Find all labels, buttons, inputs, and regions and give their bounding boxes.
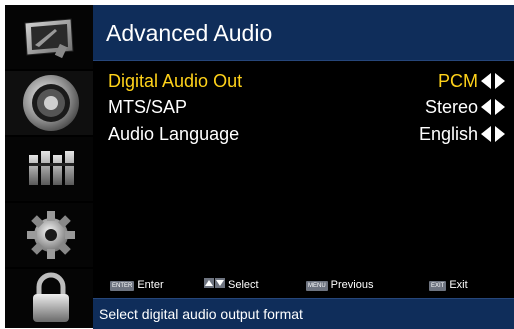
hint-previous: MENU Previous (306, 277, 373, 293)
menu-item-label: MTS/SAP (108, 97, 188, 117)
hint-previous-label: Previous (330, 279, 374, 291)
hint-enter-label: Enter (137, 279, 164, 291)
menu-item-label: Digital Audio Out (108, 71, 243, 91)
menu-item-audio-language[interactable]: Audio Language English (93, 121, 514, 147)
page-title: Advanced Audio (106, 20, 273, 46)
menu-item-value: English (418, 124, 478, 144)
picture-icon (24, 18, 74, 59)
channel-icon (29, 151, 74, 185)
settings-gear-icon (27, 211, 75, 259)
menu-item-value: Stereo (424, 97, 478, 117)
sidebar-item-picture[interactable] (5, 5, 93, 69)
title-bar: Advanced Audio (93, 5, 514, 61)
hint-exit-label: Exit (449, 279, 468, 291)
left-right-arrows-icon[interactable] (480, 72, 506, 90)
down-arrow-key-icon (215, 278, 225, 288)
menu-key-icon: MENU (306, 281, 328, 291)
status-text: Select digital audio output format (99, 306, 303, 322)
left-right-arrows-icon[interactable] (480, 98, 506, 116)
menu-panel: Advanced Audio Digital Audio Out PCM MTS… (93, 5, 514, 329)
status-bar: Select digital audio output format (93, 298, 514, 329)
hint-exit: EXIT Exit (429, 277, 468, 293)
lock-icon (33, 272, 69, 322)
sidebar-item-lock[interactable] (5, 269, 93, 328)
sidebar (5, 5, 93, 328)
exit-key-icon: EXIT (429, 281, 447, 291)
menu-item-digital-audio-out[interactable]: Digital Audio Out PCM (93, 68, 514, 94)
hint-select: Select (204, 277, 259, 293)
menu-item-label: Audio Language (108, 124, 240, 144)
sidebar-item-settings[interactable] (5, 203, 93, 267)
key-hints: ENTER Enter Select MENU Previous EXIT Exit (93, 275, 514, 295)
sidebar-item-audio[interactable] (5, 71, 93, 135)
enter-key-icon: ENTER (110, 281, 135, 291)
menu-item-value: PCM (438, 71, 478, 91)
sidebar-item-channel[interactable] (5, 137, 93, 201)
left-right-arrows-icon[interactable] (480, 125, 506, 143)
hint-enter: ENTER Enter (110, 277, 164, 293)
menu-item-mts-sap[interactable]: MTS/SAP Stereo (93, 94, 514, 120)
hint-select-label: Select (228, 279, 259, 291)
audio-speaker-icon (23, 75, 79, 131)
up-arrow-key-icon (204, 278, 214, 288)
